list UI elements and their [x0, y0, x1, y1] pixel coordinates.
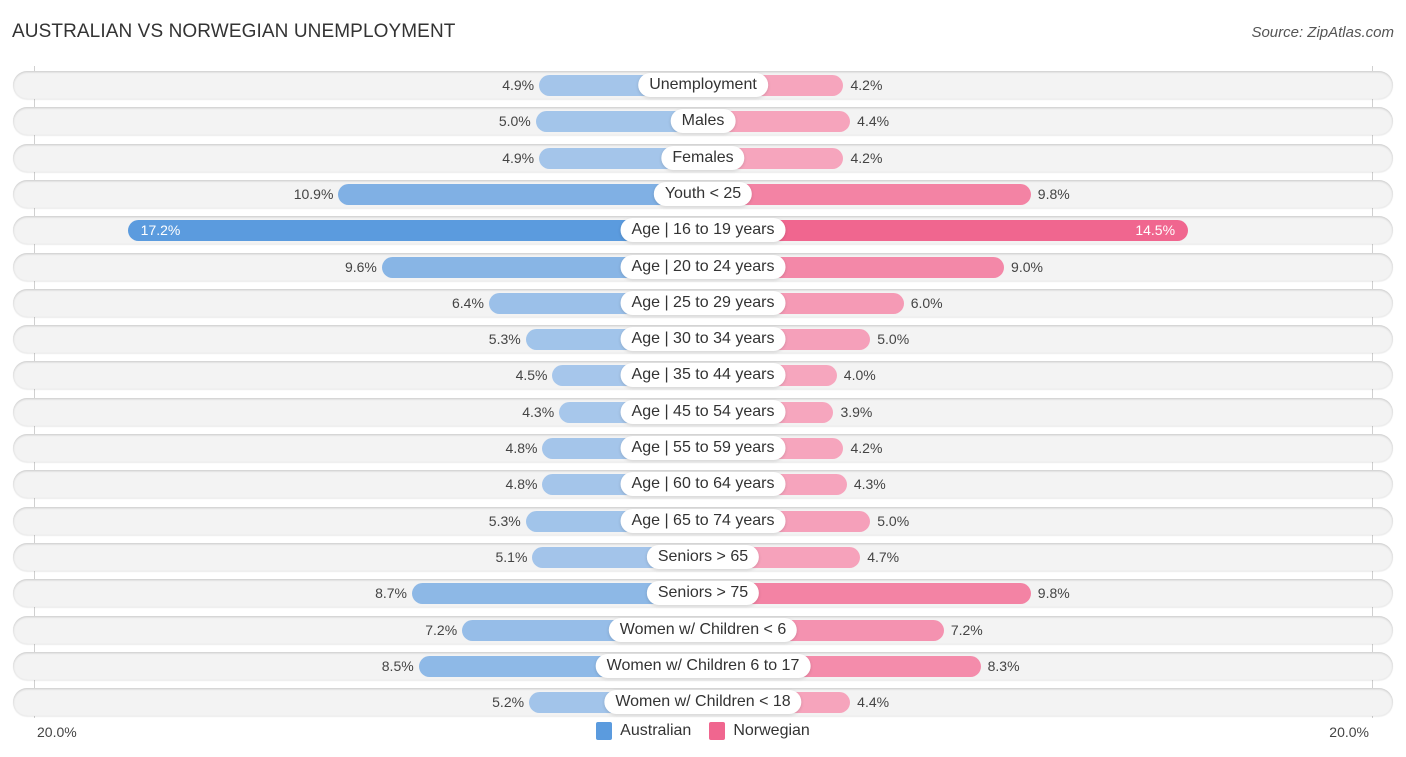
bar-norwegian[interactable]	[703, 184, 1031, 205]
category-label: Females	[661, 146, 745, 170]
category-label: Women w/ Children < 18	[604, 690, 802, 714]
legend-item-norwegian[interactable]: Norwegian	[709, 722, 810, 740]
diverging-bar-chart: 4.9% 4.2% Unemployment 5.0% 4.4% Males 4.9% 4.2…	[0, 0, 1406, 757]
category-label: Age | 35 to 44 years	[620, 363, 786, 387]
value-label-norwegian: 4.2%	[850, 150, 883, 166]
value-label-norwegian: 4.2%	[850, 77, 883, 93]
category-label: Youth < 25	[653, 182, 753, 206]
legend-swatch-norwegian	[709, 722, 726, 740]
legend-label-norwegian: Norwegian	[733, 722, 810, 739]
legend-swatch-australian	[596, 722, 613, 740]
value-label-australian: 8.7%	[375, 585, 407, 601]
category-label: Age | 60 to 64 years	[620, 472, 786, 496]
category-label: Males	[670, 109, 736, 133]
value-label-norwegian: 14.5%	[1135, 222, 1176, 238]
category-label: Age | 16 to 19 years	[620, 218, 786, 242]
category-label: Women w/ Children 6 to 17	[595, 654, 811, 678]
value-label-norwegian: 4.3%	[853, 476, 886, 492]
value-label-norwegian: 3.9%	[840, 404, 873, 420]
value-label-australian: 8.5%	[381, 658, 414, 674]
value-label-norwegian: 4.2%	[850, 440, 883, 456]
value-label-australian: 5.3%	[488, 513, 521, 529]
value-label-norwegian: 9.0%	[1011, 259, 1043, 275]
legend-label-australian: Australian	[620, 722, 692, 739]
value-label-australian: 7.2%	[425, 622, 458, 638]
value-label-norwegian: 7.2%	[950, 622, 983, 638]
value-label-australian: 5.3%	[488, 331, 521, 347]
value-label-norwegian: 4.4%	[857, 113, 890, 129]
value-label-norwegian: 4.4%	[857, 694, 890, 710]
value-label-australian: 4.9%	[502, 150, 535, 166]
bar-australian[interactable]	[338, 184, 703, 205]
value-label-australian: 6.4%	[452, 295, 484, 311]
value-label-australian: 4.8%	[505, 440, 538, 456]
category-label: Age | 65 to 74 years	[620, 509, 786, 533]
legend: Australian Norwegian	[0, 722, 1406, 740]
value-label-australian: 9.6%	[344, 259, 377, 275]
category-label: Women w/ Children < 6	[608, 618, 798, 642]
value-label-australian: 4.5%	[515, 367, 548, 383]
category-label: Unemployment	[638, 73, 768, 97]
value-label-norwegian: 5.0%	[877, 513, 910, 529]
value-label-australian: 10.9%	[293, 186, 334, 202]
value-label-australian: 4.9%	[502, 77, 535, 93]
value-label-australian: 4.8%	[505, 476, 538, 492]
value-label-norwegian: 9.8%	[1037, 186, 1070, 202]
value-label-norwegian: 5.0%	[877, 331, 910, 347]
value-label-australian: 5.0%	[498, 113, 531, 129]
category-label: Seniors > 65	[646, 545, 760, 569]
value-label-norwegian: 6.0%	[910, 295, 943, 311]
value-label-norwegian: 8.3%	[987, 658, 1020, 674]
category-label: Age | 55 to 59 years	[620, 436, 786, 460]
bar-australian[interactable]	[127, 220, 703, 241]
value-label-australian: 17.2%	[140, 222, 181, 238]
category-label: Age | 30 to 34 years	[620, 327, 786, 351]
value-label-norwegian: 9.8%	[1037, 585, 1070, 601]
value-label-norwegian: 4.7%	[867, 549, 900, 565]
category-label: Seniors > 75	[646, 581, 760, 605]
value-label-australian: 5.2%	[492, 694, 525, 710]
value-label-australian: 4.3%	[522, 404, 555, 420]
legend-item-australian[interactable]: Australian	[596, 722, 691, 740]
category-label: Age | 25 to 29 years	[620, 291, 786, 315]
category-label: Age | 20 to 24 years	[620, 255, 786, 279]
value-label-norwegian: 4.0%	[843, 367, 876, 383]
category-label: Age | 45 to 54 years	[620, 400, 786, 424]
value-label-australian: 5.1%	[495, 549, 528, 565]
